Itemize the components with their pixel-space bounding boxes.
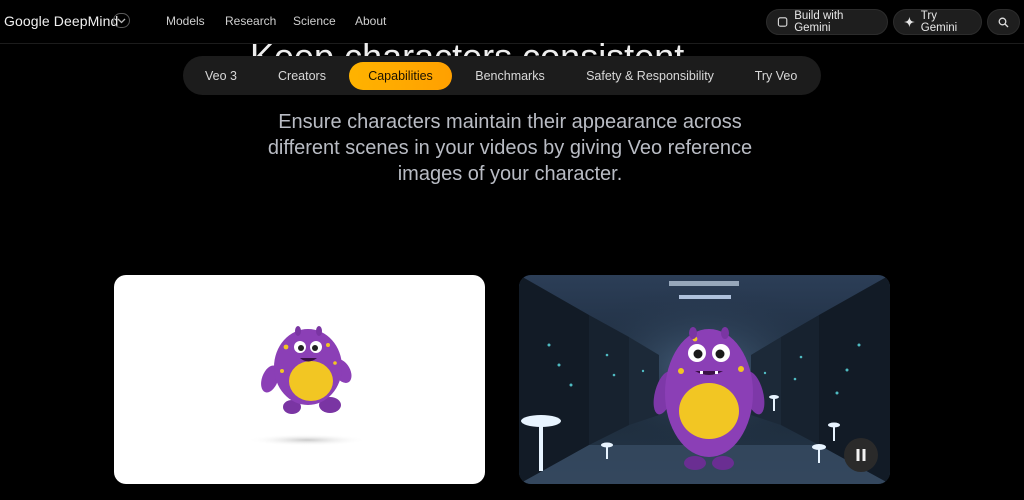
pause-button[interactable] [844,438,878,472]
tab-creators[interactable]: Creators [267,62,337,90]
section-tab-bar: Veo 3 Creators Capabilities Benchmarks S… [183,56,821,95]
pause-icon [856,449,866,461]
build-icon [777,17,788,27]
reference-image-card [114,275,485,484]
nav-link-science[interactable]: Science [293,14,336,28]
nav-link-research[interactable]: Research [225,14,276,28]
nav-link-about[interactable]: About [355,14,386,28]
search-button[interactable] [987,9,1020,35]
try-gemini-button[interactable]: Try Gemini [893,9,982,35]
chevron-down-icon[interactable] [113,13,130,28]
build-with-gemini-label: Build with Gemini [794,10,844,34]
monster-reference-image [247,326,367,446]
tab-try-veo[interactable]: Try Veo [743,62,809,90]
tab-veo-3[interactable]: Veo 3 [193,62,249,90]
video-scene-card [519,275,890,484]
search-icon [998,17,1009,27]
section-heading: Keep characters consistent [250,28,790,58]
section-description: Ensure characters maintain their appeara… [267,111,753,185]
section-heading-text: Keep characters consistent [250,36,685,58]
nav-link-models[interactable]: Models [166,14,205,28]
tab-capabilities[interactable]: Capabilities [349,62,452,90]
tab-benchmarks[interactable]: Benchmarks [463,62,557,90]
monster-server-room-scene [519,275,890,484]
try-gemini-label: Try Gemini [920,10,958,34]
sparkle-icon [904,16,915,28]
google-deepmind-logo[interactable]: Google DeepMind [4,13,118,29]
tab-safety-responsibility[interactable]: Safety & Responsibility [575,62,725,90]
